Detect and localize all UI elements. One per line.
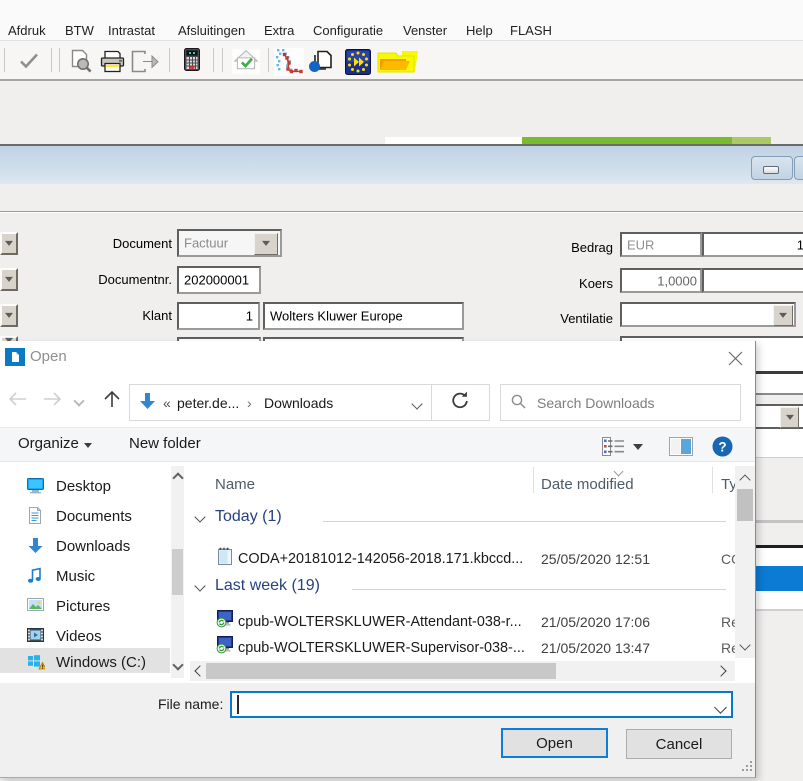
- svg-text:?: ?: [718, 439, 726, 454]
